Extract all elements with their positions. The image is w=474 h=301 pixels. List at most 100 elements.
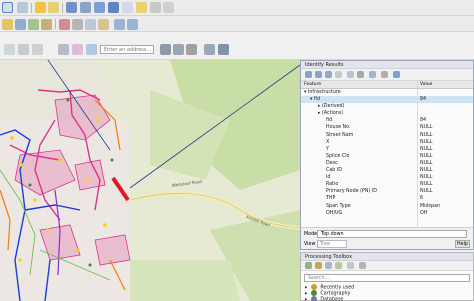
dropdown-icon[interactable] — [163, 2, 174, 13]
results-row[interactable]: Street Nam NULL — [301, 132, 473, 139]
deselect-icon[interactable] — [48, 2, 59, 13]
help-icon[interactable] — [393, 71, 400, 78]
map-rendering: Whiteleaf Road Kirkhill Road — [0, 60, 300, 301]
bookmark-icon[interactable] — [218, 44, 229, 55]
show-label-icon[interactable] — [32, 44, 43, 55]
edit-pencil-icon[interactable] — [2, 19, 13, 30]
geocoder-icon[interactable] — [86, 44, 97, 55]
pan-tool-icon[interactable] — [17, 2, 28, 13]
undo-icon[interactable] — [114, 19, 125, 30]
select-tool-icon[interactable] — [35, 2, 46, 13]
locate-icon[interactable] — [186, 44, 197, 55]
sum-icon[interactable] — [122, 2, 133, 13]
copy-feature-icon[interactable] — [347, 71, 354, 78]
field-name: X — [326, 139, 330, 145]
pin-label-icon[interactable] — [18, 44, 29, 55]
results-row[interactable]: THP 6 — [301, 195, 473, 202]
map-canvas[interactable]: Whiteleaf Road Kirkhill Road — [0, 60, 300, 301]
results-viewer-icon[interactable] — [335, 262, 342, 269]
clear-results-icon[interactable] — [335, 71, 342, 78]
route-icon[interactable] — [204, 44, 215, 55]
results-row[interactable]: Desc NULL — [301, 160, 473, 167]
field-name: id — [326, 175, 331, 181]
map-tips-icon[interactable] — [136, 2, 147, 13]
results-row[interactable]: X NULL — [301, 139, 473, 146]
copy-icon[interactable] — [85, 19, 96, 30]
field-name: fid — [326, 118, 333, 124]
results-row[interactable]: OH/UG OH — [301, 210, 473, 217]
field-name: Desc — [326, 160, 338, 166]
view-label: View — [304, 242, 316, 247]
zoom-in-icon[interactable] — [160, 44, 171, 55]
results-row[interactable]: id NULL — [301, 174, 473, 181]
measure-icon[interactable] — [94, 2, 105, 13]
results-row[interactable]: Splice Clo NULL — [301, 153, 473, 160]
results-row[interactable]: ▸ (Derived) — [301, 103, 473, 110]
panel-title: Identify Results — [301, 61, 473, 69]
attribute-table-icon[interactable] — [66, 2, 77, 13]
results-table-header: Feature Value — [301, 81, 473, 89]
field-value: OH — [420, 210, 428, 216]
separator — [62, 3, 63, 13]
results-row[interactable]: Cab ID NULL — [301, 167, 473, 174]
results-row[interactable]: ▾ Infrastructure — [301, 89, 473, 96]
toolbox-toolbar — [301, 261, 473, 271]
models-icon[interactable] — [305, 262, 312, 269]
town-area — [0, 120, 130, 301]
history-icon[interactable] — [325, 262, 332, 269]
field-value: NULL — [420, 153, 433, 159]
scripts-icon[interactable] — [315, 262, 322, 269]
identify-tool-icon[interactable] — [2, 2, 13, 13]
vertex-tool-icon[interactable] — [41, 19, 52, 30]
delete-icon[interactable] — [59, 19, 70, 30]
paste-icon[interactable] — [98, 19, 109, 30]
options-icon[interactable] — [359, 262, 366, 269]
field-name: Ratio — [326, 182, 339, 188]
expand-new-icon[interactable] — [325, 71, 332, 78]
results-row[interactable]: House No. NULL — [301, 124, 473, 131]
field-name: House No. — [326, 125, 351, 131]
filter-icon[interactable] — [58, 44, 69, 55]
address-search-input[interactable]: Enter an address... — [100, 45, 154, 54]
mode-select[interactable]: Top down — [317, 230, 467, 238]
results-row[interactable]: fid 84 — [301, 117, 473, 124]
results-row[interactable]: Y NULL — [301, 146, 473, 153]
settings-icon[interactable] — [381, 71, 388, 78]
label-tool-icon[interactable] — [4, 44, 15, 55]
plugins-toolbar — [0, 32, 474, 60]
field-name: ▸ (Derived) — [318, 104, 345, 110]
field-name: ▸ (Actions) — [318, 111, 344, 117]
expand-tree-icon[interactable] — [305, 71, 312, 78]
field-value: 84 — [420, 118, 427, 124]
add-feature-icon[interactable] — [28, 19, 39, 30]
separator — [31, 3, 32, 13]
expression-icon[interactable] — [72, 44, 83, 55]
zoom-out-icon[interactable] — [173, 44, 184, 55]
mode-label: Mode — [304, 232, 318, 237]
field-value: NULL — [420, 182, 433, 188]
toolbox-item-label: Database — [320, 297, 344, 301]
help-button[interactable]: Help — [455, 240, 470, 248]
field-value: NULL — [420, 132, 433, 138]
text-annotation-icon[interactable] — [150, 2, 161, 13]
gear-icon[interactable] — [108, 2, 119, 13]
expand-arrow-icon[interactable]: ▸ — [305, 298, 307, 301]
field-polygon — [120, 260, 240, 301]
view-select[interactable]: Tree — [317, 240, 347, 248]
field-calculator-icon[interactable] — [80, 2, 91, 13]
results-row[interactable]: ▸ (Actions) — [301, 110, 473, 117]
select-mode-icon[interactable] — [369, 71, 376, 78]
results-row[interactable]: Span Type Midspan — [301, 203, 473, 210]
cut-icon[interactable] — [72, 19, 83, 30]
field-name: Splice Clo — [326, 153, 350, 159]
collapse-tree-icon[interactable] — [315, 71, 322, 78]
save-edits-icon[interactable] — [15, 19, 26, 30]
results-row[interactable]: Primary Node (PN) ID NULL — [301, 188, 473, 195]
toolbox-search-input[interactable]: Search... — [304, 274, 470, 282]
edit-in-place-icon[interactable] — [347, 262, 354, 269]
results-row[interactable]: Ratio NULL — [301, 181, 473, 188]
toolbox-item[interactable]: ▸ Database — [305, 296, 343, 301]
print-icon[interactable] — [357, 71, 364, 78]
results-row[interactable]: ▾ fid 84 — [301, 96, 473, 104]
redo-icon[interactable] — [127, 19, 138, 30]
